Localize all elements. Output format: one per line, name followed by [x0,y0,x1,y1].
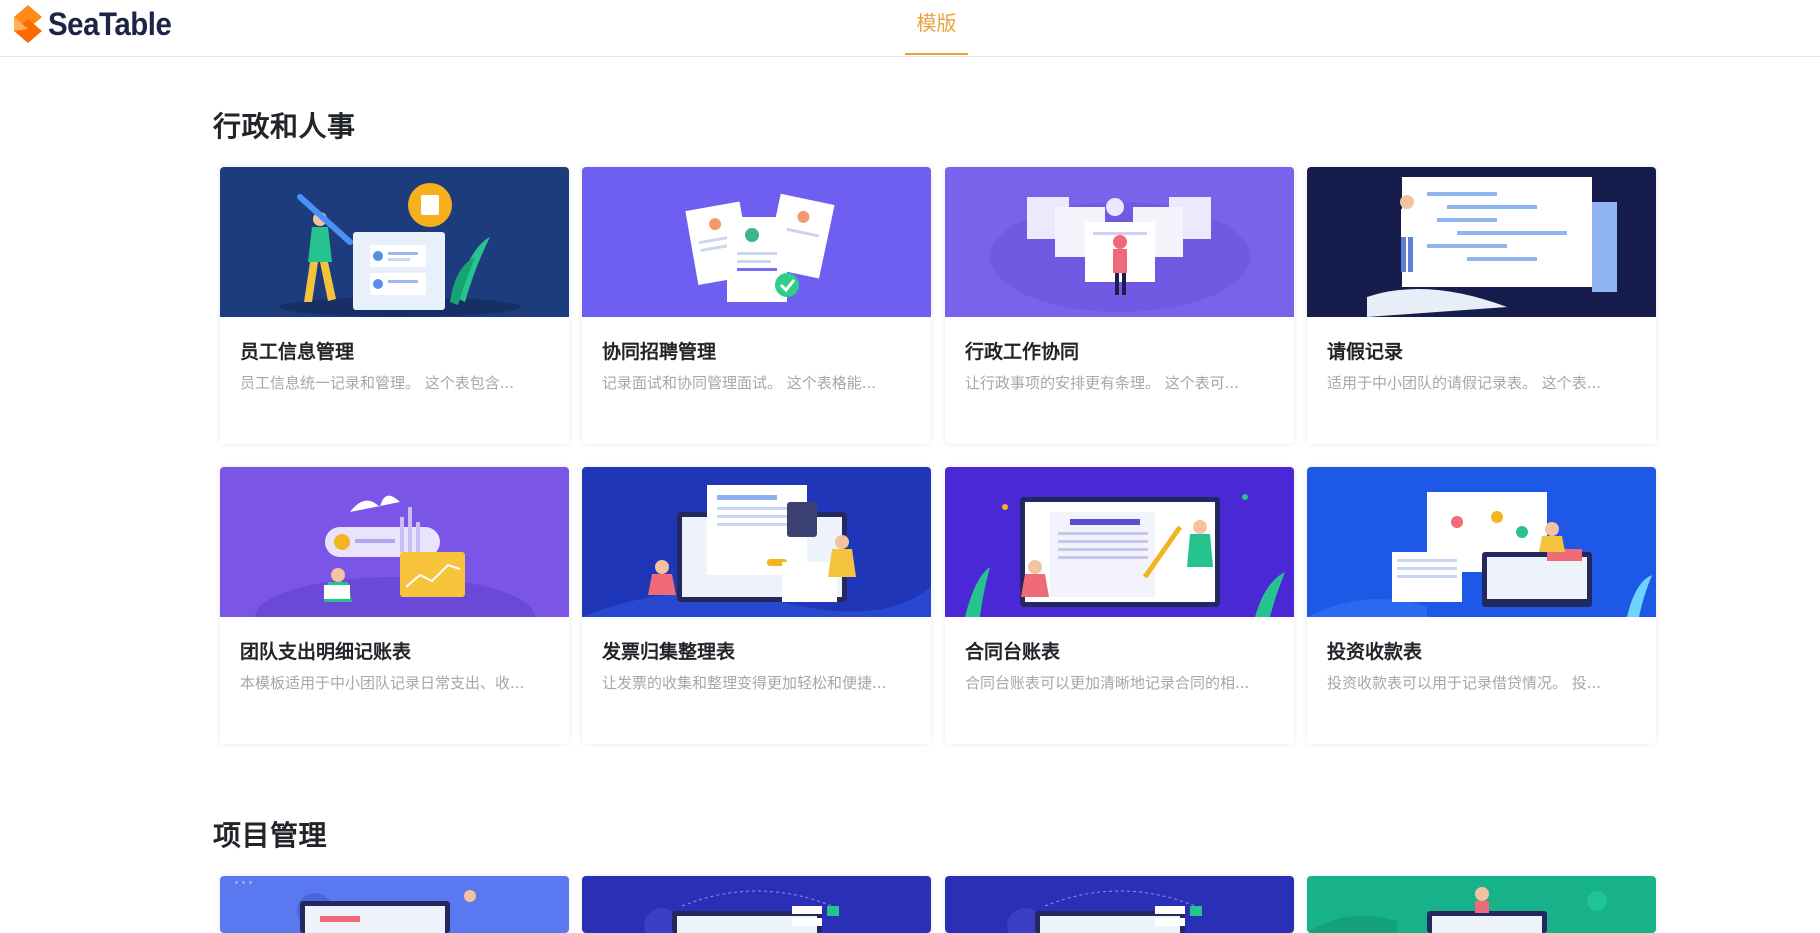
card-description: 适用于中小团队的请假记录表。 这个表... [1327,374,1602,392]
card-banner [945,876,1294,933]
template-card[interactable] [1307,876,1656,933]
section-title-admin-hr: 行政和人事 [213,110,356,143]
template-card[interactable]: 团队支出明细记账表 本模板适用于中小团队记录日常支出、收... [220,467,569,744]
card-banner [220,167,569,317]
template-card[interactable] [582,876,931,933]
card-description: 投资收款表可以用于记录借贷情况。 投... [1327,674,1602,692]
template-card[interactable]: 行政工作协同 让行政事项的安排更有条理。 这个表可... [945,167,1294,444]
card-title: 团队支出明细记账表 [240,641,412,663]
card-title: 请假记录 [1327,341,1404,363]
top-header: SeaTable 模版 [0,0,1820,57]
card-description: 本模板适用于中小团队记录日常支出、收... [240,674,525,692]
template-card[interactable]: 员工信息管理 员工信息统一记录和管理。 这个表包含... [220,167,569,444]
card-banner [1307,467,1656,617]
card-title: 发票归集整理表 [602,641,736,663]
card-banner [582,167,931,317]
section-title-project-management: 项目管理 [213,819,328,852]
template-card[interactable] [220,876,569,933]
tab-templates[interactable]: 模版 [905,0,968,55]
template-card[interactable]: 协同招聘管理 记录面试和协同管理面试。 这个表格能... [582,167,931,444]
card-banner [1307,167,1656,317]
card-banner [220,467,569,617]
seatable-logo-icon [14,5,42,43]
template-card[interactable]: 请假记录 适用于中小团队的请假记录表。 这个表... [1307,167,1656,444]
card-title: 合同台账表 [965,641,1061,663]
seatable-logo[interactable]: SeaTable [12,3,182,45]
card-description: 记录面试和协同管理面试。 这个表格能... [602,374,877,392]
brand-name: SeaTable [48,5,172,42]
card-title: 投资收款表 [1327,641,1423,663]
card-title: 协同招聘管理 [602,341,717,363]
template-card[interactable] [945,876,1294,933]
card-description: 员工信息统一记录和管理。 这个表包含... [240,374,515,392]
card-banner [582,876,931,933]
card-title: 行政工作协同 [965,341,1080,363]
card-banner [945,467,1294,617]
card-title: 员工信息管理 [240,341,355,363]
template-card[interactable]: 合同台账表 合同台账表可以更加清晰地记录合同的相... [945,467,1294,744]
card-description: 让发票的收集和整理变得更加轻松和便捷... [602,674,887,692]
card-description: 合同台账表可以更加清晰地记录合同的相... [965,674,1250,692]
template-card[interactable]: 发票归集整理表 让发票的收集和整理变得更加轻松和便捷... [582,467,931,744]
card-banner [582,467,931,617]
card-description: 让行政事项的安排更有条理。 这个表可... [965,374,1240,392]
card-banner [220,876,569,933]
template-card[interactable]: 投资收款表 投资收款表可以用于记录借贷情况。 投... [1307,467,1656,744]
card-banner [945,167,1294,317]
card-banner [1307,876,1656,933]
